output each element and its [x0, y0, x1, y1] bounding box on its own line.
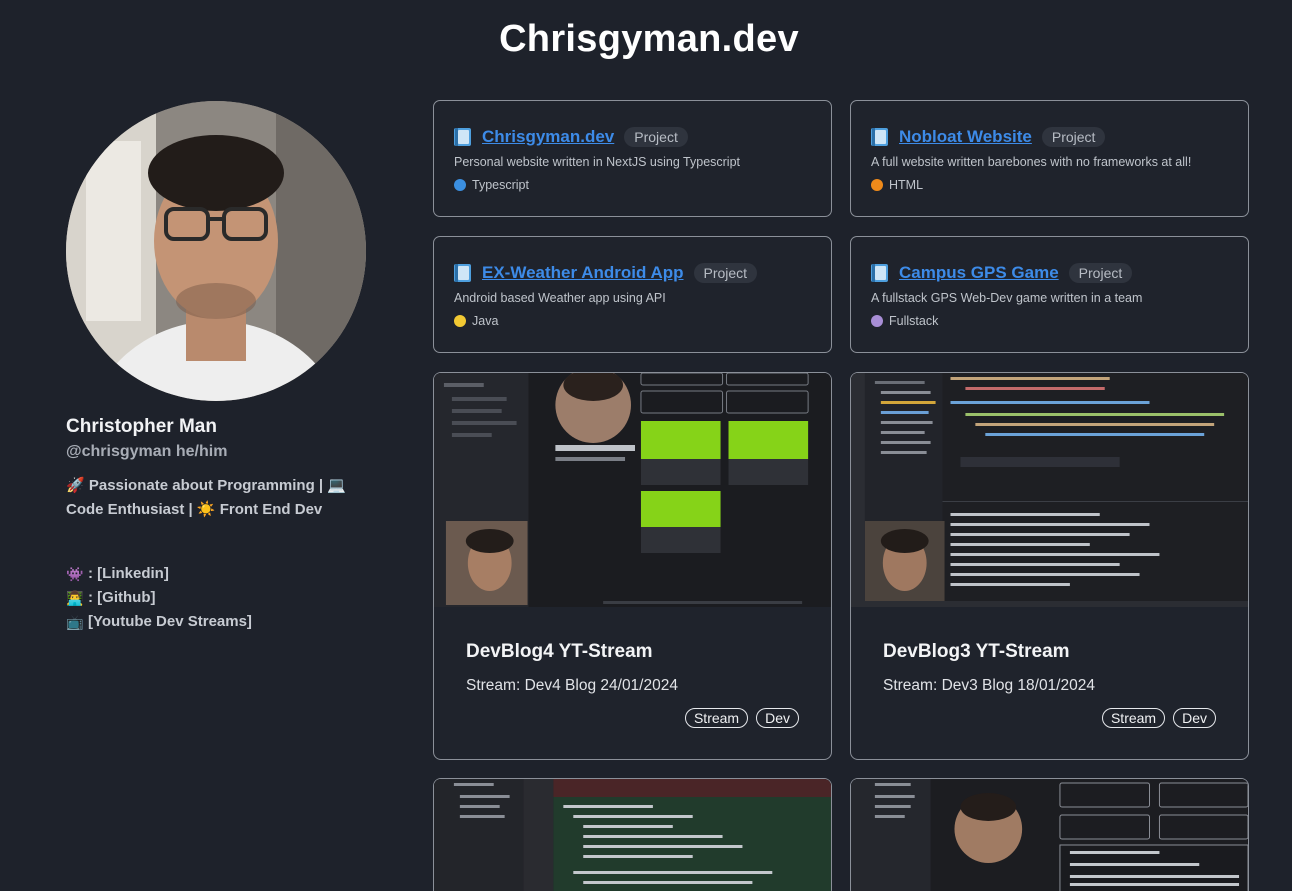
blog-card[interactable]: DevBlog4 YT-Stream Stream: Dev4 Blog 24/…: [433, 372, 832, 760]
bio-line-2: Code Enthusiast |: [66, 501, 193, 518]
site-title: Chrisgyman.dev: [499, 18, 799, 60]
repo-description: Personal website written in NextJS using…: [454, 155, 741, 169]
repo-language-label: HTML: [889, 178, 924, 192]
language-dot-icon: [871, 315, 883, 327]
bio-line-1: Passionate about Programming |: [88, 477, 324, 494]
blog-card-partial[interactable]: [850, 778, 1249, 891]
repo-description: A full website written barebones with no…: [871, 155, 1192, 169]
repo-badge: Project: [1041, 127, 1106, 147]
repo-badge: Project: [693, 263, 758, 283]
github-link-label[interactable]: : [Github]: [88, 586, 155, 610]
tag-stream[interactable]: Stream: [684, 708, 749, 728]
linkedin-link-label[interactable]: : [Linkedin]: [88, 562, 169, 586]
language-dot-icon: [871, 179, 883, 191]
repo-card[interactable]: Nobloat Website Project A full website w…: [850, 100, 1249, 217]
profile-name: Christopher Man: [66, 416, 217, 437]
language-dot-icon: [454, 315, 466, 327]
tag-dev[interactable]: Dev: [1173, 708, 1216, 728]
repo-book-icon: [454, 264, 471, 282]
sun-icon: ☀️: [196, 501, 216, 518]
blog-subtitle: Stream: Dev4 Blog 24/01/2024: [466, 677, 678, 694]
repo-card[interactable]: Chrisgyman.dev Project Personal website …: [433, 100, 832, 217]
linkedin-link[interactable]: 👾 : [Linkedin]: [66, 562, 252, 586]
repo-language-label: Java: [472, 314, 499, 328]
repo-badge: Project: [1068, 263, 1133, 283]
profile-avatar: [66, 101, 366, 401]
space-invader-icon: 👾: [66, 566, 84, 582]
youtube-link[interactable]: 📺 [Youtube Dev Streams]: [66, 610, 252, 634]
repo-badge: Project: [624, 127, 688, 147]
repo-name-link[interactable]: Chrisgyman.dev: [482, 127, 614, 147]
tag-dev[interactable]: Dev: [756, 708, 799, 728]
repo-book-icon: [871, 128, 888, 146]
repo-card[interactable]: Campus GPS Game Project A fullstack GPS …: [850, 236, 1249, 353]
repo-language: Java: [454, 314, 811, 328]
laptop-icon: 💻: [327, 477, 346, 494]
bio-line-2-end: Front End Dev: [219, 501, 323, 518]
repo-name-link[interactable]: Campus GPS Game: [899, 263, 1059, 283]
profile-links: 👾 : [Linkedin] 👨‍💻 : [Github] 📺 [Youtube…: [66, 562, 252, 634]
rocket-icon: 🚀: [66, 477, 85, 494]
blog-title: DevBlog4 YT-Stream: [466, 641, 653, 662]
tag-stream[interactable]: Stream: [1101, 708, 1166, 728]
repo-language: Typescript: [454, 178, 811, 192]
blog-thumbnail: [851, 373, 1248, 607]
language-dot-icon: [454, 179, 466, 191]
blog-tags: Stream Dev: [1101, 708, 1216, 728]
blog-thumbnail: [434, 373, 831, 607]
repo-book-icon: [871, 264, 888, 282]
profile-bio: 🚀 Passionate about Programming | 💻 Code …: [66, 474, 366, 522]
blog-card[interactable]: DevBlog3 YT-Stream Stream: Dev3 Blog 18/…: [850, 372, 1249, 760]
technologist-icon: 👨‍💻: [66, 590, 84, 606]
blog-card-partial[interactable]: [433, 778, 832, 891]
blog-tags: Stream Dev: [684, 708, 799, 728]
repo-language-label: Fullstack: [889, 314, 939, 328]
repo-language-label: Typescript: [472, 178, 529, 192]
television-icon: 📺: [66, 614, 84, 630]
repo-name-link[interactable]: EX-Weather Android App: [482, 263, 684, 283]
blog-subtitle: Stream: Dev3 Blog 18/01/2024: [883, 677, 1095, 694]
repo-language: Fullstack: [871, 314, 1228, 328]
repo-language: HTML: [871, 178, 1228, 192]
repo-name-link[interactable]: Nobloat Website: [899, 127, 1032, 147]
github-link[interactable]: 👨‍💻 : [Github]: [66, 586, 252, 610]
repo-card[interactable]: EX-Weather Android App Project Android b…: [433, 236, 832, 353]
repo-description: Android based Weather app using API: [454, 291, 666, 305]
repo-description: A fullstack GPS Web-Dev game written in …: [871, 291, 1143, 305]
repo-book-icon: [454, 128, 471, 146]
blog-thumbnail: [851, 779, 1248, 891]
profile-handle: @chrisgyman he/him: [66, 443, 228, 460]
youtube-link-label[interactable]: [Youtube Dev Streams]: [88, 610, 252, 634]
blog-title: DevBlog3 YT-Stream: [883, 641, 1070, 662]
blog-thumbnail: [434, 779, 831, 891]
